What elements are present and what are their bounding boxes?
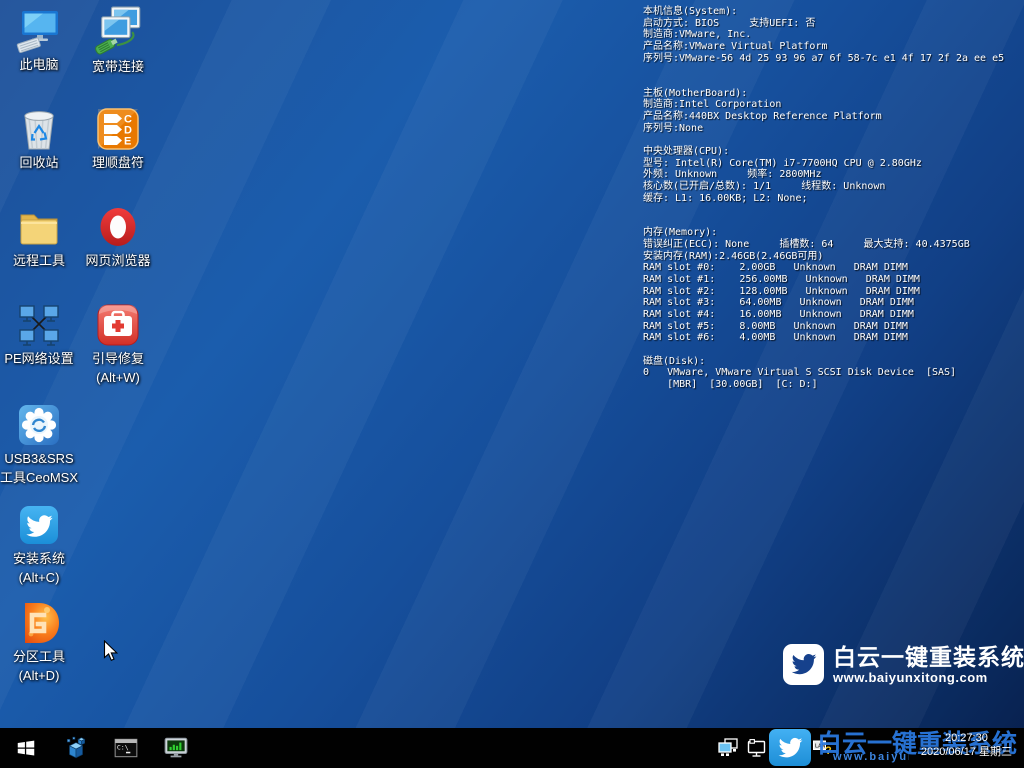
broadband-connection-icon xyxy=(92,6,144,56)
desktop-icon-remote-tools[interactable]: 远程工具 xyxy=(0,204,78,269)
task-manager-icon xyxy=(163,735,189,761)
desktop-icon-broadband[interactable]: 宽带连接 xyxy=(79,6,157,75)
fix-drive-letters-icon: C D E xyxy=(95,106,141,152)
icon-label: 理顺盘符 xyxy=(92,155,144,171)
remote-tools-icon xyxy=(16,204,62,250)
icon-label: USB3&SRS xyxy=(4,451,73,467)
pe-network-icon xyxy=(16,302,62,348)
desktop-icon-install-system[interactable]: 安装系统 (Alt+C) xyxy=(0,502,78,586)
brand-title: 白云一键重装系统 xyxy=(833,645,1024,670)
svg-text:E: E xyxy=(124,136,131,148)
taskbar-app-command-prompt[interactable]: C:\ xyxy=(108,728,144,768)
bird-icon xyxy=(790,651,817,678)
install-system-bird-icon xyxy=(16,502,62,548)
icon-sublabel: (Alt+W) xyxy=(96,370,140,386)
windows-logo-icon xyxy=(15,737,37,759)
command-prompt-icon: C:\ xyxy=(113,735,139,761)
desktop-icon-partition-tool[interactable]: 分区工具 (Alt+D) xyxy=(0,600,78,684)
tray-baiyun-bird-button[interactable] xyxy=(769,729,811,766)
icon-label: 引导修复 xyxy=(92,351,144,367)
taskbar-app-task-manager[interactable] xyxy=(158,728,194,768)
recycle-bin-icon xyxy=(16,106,62,152)
usb3-srs-tool-icon xyxy=(16,402,62,448)
icon-sublabel: (Alt+D) xyxy=(19,668,60,684)
tray-network-monitor[interactable] xyxy=(744,728,770,768)
icon-label: 远程工具 xyxy=(13,253,65,269)
registry-cubes-icon xyxy=(63,735,89,761)
brand-watermark: 白云一键重装系统 www.baiyunxitong.com xyxy=(783,644,1024,685)
system-info-report: 本机信息(System): 启动方式: BIOS 支持UEFI: 否 制造商:V… xyxy=(643,6,1004,391)
desktop-icon-recycle-bin[interactable]: 回收站 xyxy=(0,106,78,171)
opera-browser-icon xyxy=(95,204,141,250)
taskbar-watermark-url: www.baiyunxitong.com xyxy=(833,751,909,763)
mouse-cursor xyxy=(103,640,119,662)
boot-repair-icon xyxy=(95,302,141,348)
icon-label: 此电脑 xyxy=(19,57,58,73)
svg-text:C:\: C:\ xyxy=(117,744,129,752)
pe-desktop: { "desktop": { "icons": [ {"name": "this… xyxy=(0,0,1024,768)
network-monitor-icon xyxy=(746,737,768,759)
desktop-icon-fix-drive-letters[interactable]: C D E 理顺盘符 xyxy=(79,106,157,171)
desktop-icon-boot-repair[interactable]: 引导修复 (Alt+W) xyxy=(79,302,157,386)
icon-label: 安装系统 xyxy=(13,551,65,567)
diskgenius-icon xyxy=(16,600,62,646)
brand-url: www.baiyunxitong.com xyxy=(833,670,1024,685)
tray-display-switch[interactable] xyxy=(714,728,742,768)
icon-sublabel: 工具CeoMSX xyxy=(0,470,78,486)
brand-logo xyxy=(783,644,824,685)
icon-label: 回收站 xyxy=(19,155,58,171)
taskbar-app-registry-tool[interactable] xyxy=(58,728,94,768)
bird-icon xyxy=(777,735,803,761)
this-pc-icon xyxy=(16,8,62,54)
desktop-icon-web-browser[interactable]: 网页浏览器 xyxy=(79,204,157,269)
desktop-icon-this-pc[interactable]: 此电脑 xyxy=(0,8,78,73)
taskbar-clock[interactable]: 20:27:30 2020/06/17 星期三 xyxy=(921,732,1012,759)
icon-label: 宽带连接 xyxy=(92,59,144,75)
icon-label: 分区工具 xyxy=(13,649,65,665)
start-button[interactable] xyxy=(8,728,44,768)
desktop-icon-pe-network-setup[interactable]: PE网络设置 xyxy=(0,302,78,367)
clock-time: 20:27:30 xyxy=(921,732,1012,746)
icon-sublabel: (Alt+C) xyxy=(19,570,60,586)
display-switch-icon xyxy=(717,737,739,759)
icon-label: 网页浏览器 xyxy=(85,253,150,269)
brand-text: 白云一键重装系统 www.baiyunxitong.com xyxy=(833,645,1024,685)
icon-label: PE网络设置 xyxy=(4,351,73,367)
clock-date: 2020/06/17 星期三 xyxy=(921,746,1012,760)
desktop-icon-usb3-srs-tool[interactable]: USB3&SRS 工具CeoMSX xyxy=(0,402,78,486)
